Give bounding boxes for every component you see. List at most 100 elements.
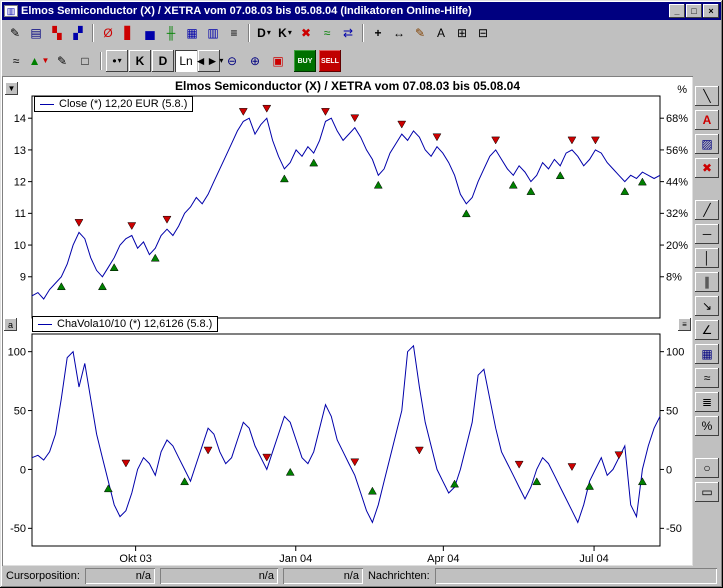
histogram-icon-glyph: ▅ [145,27,154,39]
zoom-out-button[interactable]: ⊖ [221,50,243,72]
messages-cell [435,568,717,584]
text-tool[interactable]: A [695,110,719,130]
toolbar-row-2: ≈▲▼✎□•▾KDLn◄►▾⊖⊕▣BUYSELL [2,46,721,76]
draw-signal-icon[interactable]: ✎ [51,50,73,72]
minimize-button[interactable]: _ [669,4,685,18]
grid-tool-glyph: ▦ [701,348,712,360]
svg-text:13: 13 [14,145,26,157]
svg-text:Jan 04: Jan 04 [279,553,312,565]
trend-arrow-tool[interactable]: ↘ [695,296,719,316]
fit-horizontal-icon[interactable]: ↔ [389,23,409,43]
print-icon[interactable]: ≡ [224,23,244,43]
zoom-select-button[interactable]: ▣ [267,50,289,72]
buy-button[interactable]: BUY [294,50,316,72]
zoom-in-button-glyph: ⊕ [250,55,260,67]
candle-chart-icon[interactable]: ╫ [161,23,181,43]
vertical-line-tool[interactable]: │ [695,248,719,268]
messages-label: Nachrichten: [368,570,430,582]
daily-period-button[interactable]: D▾ [254,23,274,43]
close-button[interactable]: × [703,4,719,18]
full-layout-icon[interactable]: ⊟ [473,23,493,43]
cascade-chart-icon[interactable]: ▞ [68,23,88,43]
pattern-tool[interactable]: ▨ [695,134,719,154]
draw-pencil-icon[interactable]: ✎ [410,23,430,43]
toolbar-separator [92,24,94,42]
indicator-curve-icon[interactable]: ≈ [317,23,337,43]
quote-table-icon[interactable]: ▦ [182,23,202,43]
sell-button[interactable]: SELL [319,50,341,72]
svg-text:Okt 03: Okt 03 [119,553,151,565]
print-icon-glyph: ≡ [230,27,237,39]
candle-period-button-glyph: K [278,27,287,39]
svg-text:56%: 56% [666,145,688,157]
no-entry-icon[interactable]: Ø [98,23,118,43]
split-layout-icon[interactable]: ⊞ [452,23,472,43]
fibonacci-tool[interactable]: ≣ [695,392,719,412]
percent-lines-tool[interactable]: % [695,416,719,436]
delete-indicator-icon-glyph: ✖ [301,27,311,39]
compare-icon[interactable]: ⇄ [338,23,358,43]
tile-windows-icon[interactable]: ▚ [47,23,67,43]
pane-settings-button[interactable]: ≡ [678,318,691,331]
cursor-cells: n/an/an/a [85,568,363,584]
indicator-curve-icon-glyph: ≈ [324,27,331,39]
price-legend[interactable]: Close (*) 12,20 EUR (5.8.) [34,96,193,112]
delete-drawing-tool[interactable]: ✖ [695,158,719,178]
copy-chart-icon[interactable]: ▤ [26,23,46,43]
titlebar[interactable]: ▥ Elmos Semiconductor (X) / XETRA vom 07… [2,2,721,20]
pane-collapse-button[interactable]: ▼ [5,82,18,95]
scroll-mode-dropdown[interactable]: ◄►▾ [198,50,220,72]
maximize-button[interactable]: □ [686,4,702,18]
ellipse-tool-glyph: ○ [703,462,710,474]
delete-indicator-icon[interactable]: ✖ [296,23,316,43]
zigzag-icon[interactable]: ≈ [5,50,27,72]
indicator-legend[interactable]: ChaVola10/10 (*) 12,6126 (5.8.) [32,316,218,332]
toolbar-separator [248,24,250,42]
app-window: ▥ Elmos Semiconductor (X) / XETRA vom 07… [0,0,723,588]
fibonacci-tool-glyph: ≣ [702,396,712,408]
trend-line-tool[interactable]: ╲ [695,86,719,106]
cursor-value-cell: n/a [85,568,155,584]
grid-tool[interactable]: ▦ [695,344,719,364]
zoom-in-button[interactable]: ⊕ [244,50,266,72]
rectangle-tool-glyph: ▭ [701,486,712,498]
svg-text:44%: 44% [666,177,688,189]
svg-text:11: 11 [15,208,26,220]
chart-edit-icon[interactable]: ✎ [5,23,25,43]
drawing-toolbar: ╲ A ▨ ✖ ╱ ─ │ ∥ ↘ ∠ ▦ ≈ ≣% ○ ▭ [693,76,721,566]
angle-tool-glyph: ∠ [702,324,713,336]
daily-period-button-glyph: D [257,27,266,39]
horizontal-line-tool[interactable]: ─ [695,224,719,244]
percent-lines-tool-glyph: % [702,420,713,432]
chart-area: Elmos Semiconductor (X) / XETRA vom 07.0… [2,76,693,566]
bar-chart-icon[interactable]: ▋ [119,23,139,43]
chart-window-icon[interactable]: □ [74,50,96,72]
parallel-channel-tool[interactable]: ∥ [695,272,719,292]
text-note-icon[interactable]: A [431,23,451,43]
ray-tool[interactable]: ╱ [695,200,719,220]
candle-period-button[interactable]: K▾ [275,23,295,43]
histogram-icon[interactable]: ▅ [140,23,160,43]
k-button[interactable]: K [129,50,151,72]
zigzag-tool[interactable]: ≈ [695,368,719,388]
line-style-dropdown[interactable]: •▾ [106,50,128,72]
svg-text:100: 100 [8,347,26,359]
app-icon: ▥ [4,5,18,17]
k-button-glyph: K [136,55,145,67]
signals-icon[interactable]: ▲▼ [28,50,50,72]
svg-text:100: 100 [666,347,684,359]
chart-window-icon-glyph: □ [81,55,88,67]
draw-signal-icon-glyph: ✎ [57,55,67,67]
chart-table-icon[interactable]: ▥ [203,23,223,43]
d-button[interactable]: D [152,50,174,72]
signals-icon-glyph: ▲ [29,55,41,67]
pane-a-button[interactable]: a [4,318,17,331]
svg-text:10: 10 [14,240,26,252]
daily-period-button-secondary-glyph: ▾ [267,29,271,37]
rectangle-tool[interactable]: ▭ [695,482,719,502]
crosshair-icon[interactable]: + [368,23,388,43]
zigzag-tool-glyph: ≈ [704,372,711,384]
angle-tool[interactable]: ∠ [695,320,719,340]
ellipse-tool[interactable]: ○ [695,458,719,478]
ray-tool-glyph: ╱ [703,204,710,216]
